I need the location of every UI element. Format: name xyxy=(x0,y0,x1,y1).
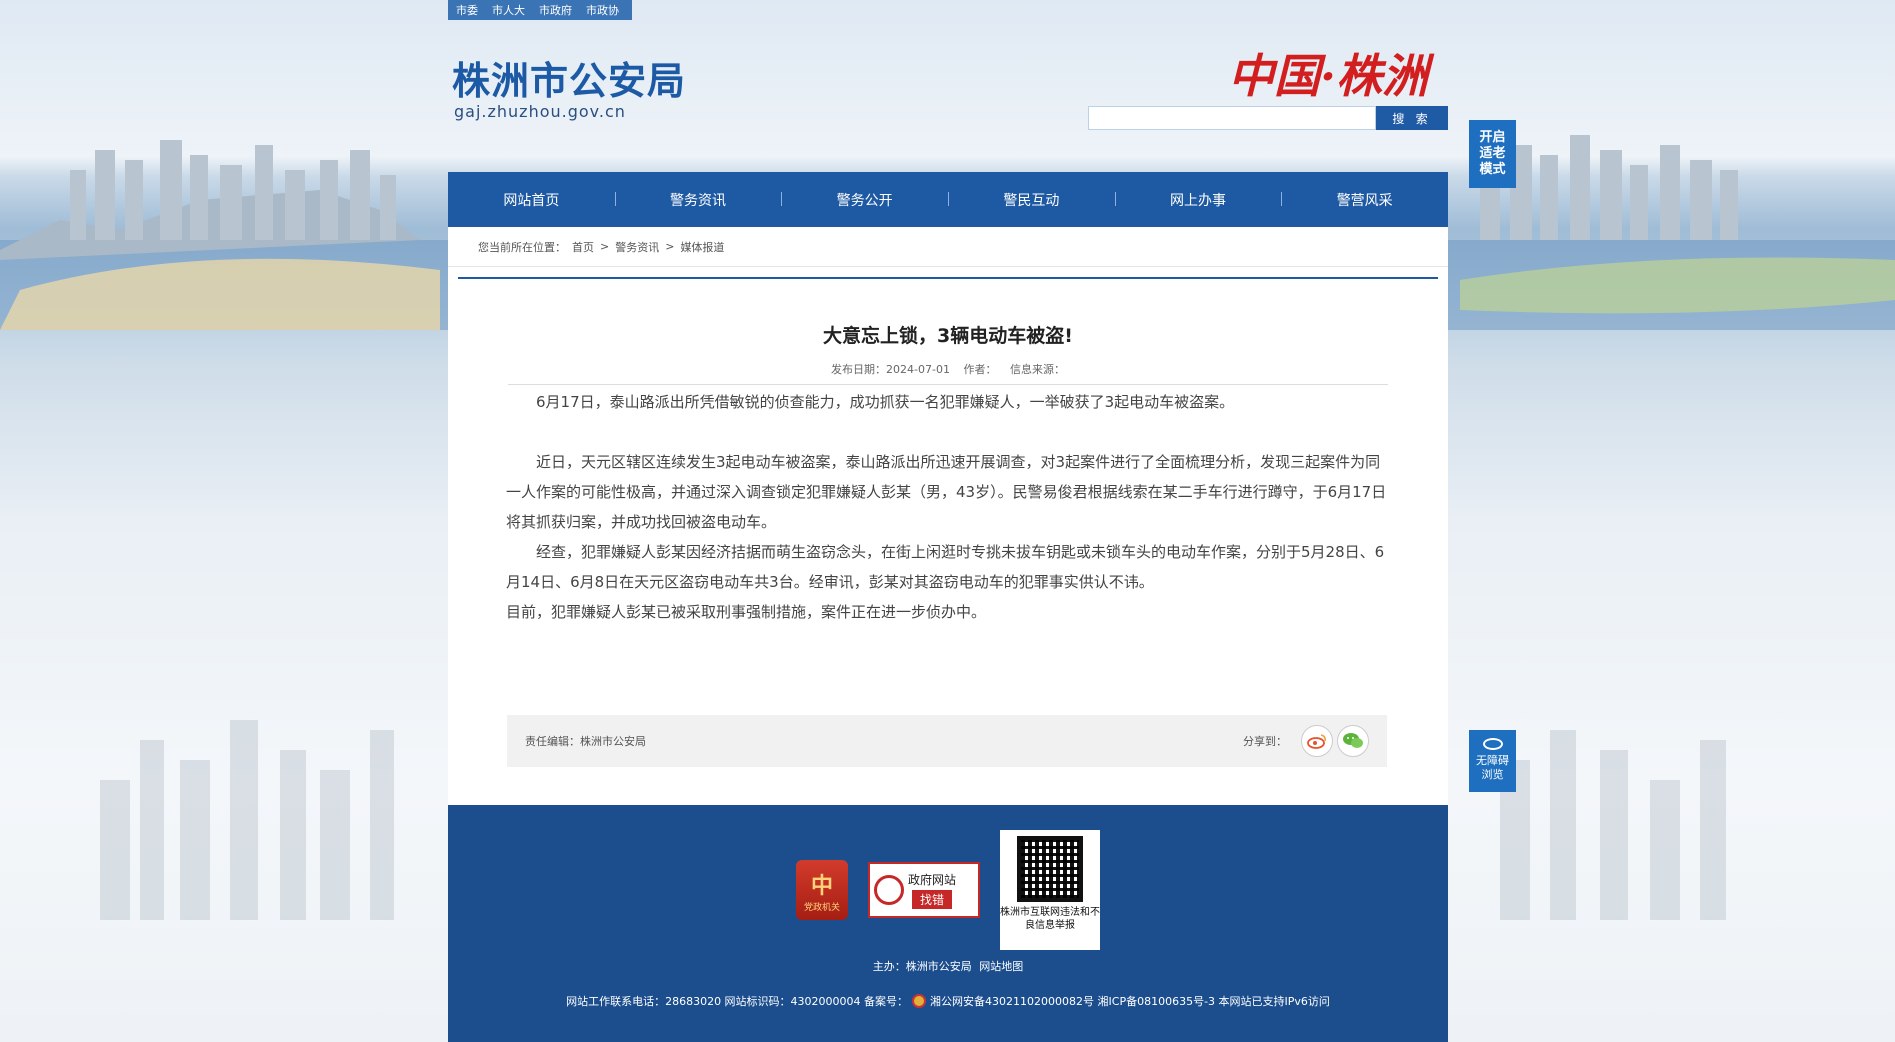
article-body: 6月17日，泰山路派出所凭借敏锐的侦查能力，成功抓获一名犯罪嫌疑人，一举破获了3… xyxy=(506,387,1390,627)
qr-caption: 株洲市互联网违法和不良信息举报 xyxy=(1000,907,1100,931)
weibo-share-icon[interactable] xyxy=(1301,725,1333,757)
topbar-link-shizhengfu[interactable]: 市政府 xyxy=(539,2,572,18)
footer-info-a: 网站工作联系电话：28683020 网站标识码：4302000004 备案号： xyxy=(566,995,909,1008)
article-date: 发布日期：2024-07-01 xyxy=(831,363,950,376)
qr-code-icon xyxy=(1017,836,1083,902)
nav-item-news[interactable]: 警务资讯 xyxy=(614,190,782,210)
party-badge-label: 党政机关 xyxy=(803,902,840,913)
party-gov-badge[interactable]: 中 党政机关 xyxy=(796,860,848,920)
topbar-link-shizhengxie[interactable]: 市政协 xyxy=(586,2,619,18)
search-button[interactable]: 搜 索 xyxy=(1376,106,1448,130)
article-author: 作者： xyxy=(963,363,997,376)
article-source: 信息来源： xyxy=(1009,363,1065,376)
nav-item-home[interactable]: 网站首页 xyxy=(448,190,615,210)
breadcrumb-media[interactable]: 媒体报道 xyxy=(680,239,724,255)
gov-site-error-badge[interactable]: 政府网站 找错 xyxy=(868,862,980,918)
topbar-link-shirenda[interactable]: 市人大 xyxy=(492,2,525,18)
nav-item-online-service[interactable]: 网上办事 xyxy=(1114,190,1282,210)
divider xyxy=(508,384,1388,385)
share-label: 分享到： xyxy=(1243,735,1287,748)
content-area: 大意忘上锁，3辆电动车被盗! 发布日期：2024-07-01 作者： 信息来源：… xyxy=(448,267,1448,805)
accessible-browse-button[interactable]: 无障碍 浏览 xyxy=(1469,730,1516,792)
article-title: 大意忘上锁，3辆电动车被盗! xyxy=(823,325,1073,347)
footer-sitemap-link[interactable]: 网站地图 xyxy=(979,960,1023,973)
article: 大意忘上锁，3辆电动车被盗! 发布日期：2024-07-01 作者： 信息来源：… xyxy=(458,277,1438,805)
article-editor: 责任编辑：株洲市公安局 xyxy=(525,735,646,748)
top-links-bar: 市委 市人大 市政府 市政协 xyxy=(448,0,632,20)
site-header: 株洲市公安局 gaj.zhuzhou.gov.cn 中国·株洲 搜 索 xyxy=(448,20,1448,172)
elder-mode-button[interactable]: 开启 适老 模式 xyxy=(1469,120,1516,188)
police-badge-icon xyxy=(912,994,927,1008)
search-input[interactable] xyxy=(1088,106,1376,130)
article-meta: 发布日期：2024-07-01 作者： 信息来源： xyxy=(458,361,1438,377)
elder-mode-line: 开启 xyxy=(1479,130,1506,145)
breadcrumb-news[interactable]: 警务资讯 xyxy=(615,239,659,255)
nav-item-gallery[interactable]: 警营风采 xyxy=(1281,190,1448,210)
accessible-line: 浏览 xyxy=(1481,768,1504,781)
calligraphy-logo: 中国·株洲 xyxy=(1228,49,1429,103)
error-badge-bottom: 找错 xyxy=(912,890,953,909)
elder-mode-line: 模式 xyxy=(1479,162,1506,177)
error-badge-top: 政府网站 xyxy=(908,873,957,887)
share-bar: 责任编辑：株洲市公安局 分享到： xyxy=(507,715,1387,767)
report-qr-badge[interactable]: 株洲市互联网违法和不良信息举报 xyxy=(1000,830,1100,950)
site-title[interactable]: 株洲市公安局 xyxy=(452,50,686,105)
accessible-line: 无障碍 xyxy=(1476,754,1509,767)
party-emblem-icon: 中 xyxy=(810,873,833,899)
footer-host-label: 主办：株洲市公安局 xyxy=(872,960,972,973)
nav-item-public[interactable]: 警务公开 xyxy=(781,190,948,210)
eye-icon xyxy=(1482,738,1503,750)
footer-info: 网站工作联系电话：28683020 网站标识码：4302000004 备案号： … xyxy=(448,993,1448,1009)
breadcrumb-label: 您当前所在位置： xyxy=(478,240,566,254)
footer-info-b: 湘公网安备43021102000082号 湘ICP备08100635号-3 本网… xyxy=(930,995,1330,1008)
breadcrumb-sep-icon: > xyxy=(600,240,610,253)
footer-host: 主办：株洲市公安局 网站地图 xyxy=(448,958,1448,974)
topbar-link-shiwei[interactable]: 市委 xyxy=(456,2,478,18)
article-paragraph: 近日，天元区辖区连续发生3起电动车被盗案，泰山路派出所迅速开展调查，对3起案件进… xyxy=(506,453,1387,531)
breadcrumb: 您当前所在位置： 首页 > 警务资讯 > 媒体报道 xyxy=(448,227,1448,267)
article-paragraph: 目前，犯罪嫌疑人彭某已被采取刑事强制措施，案件正在进一步侦办中。 xyxy=(506,603,987,621)
article-paragraph: 经查，犯罪嫌疑人彭某因经济拮据而萌生盗窃念头，在街上闲逛时专挑未拔车钥匙或未锁车… xyxy=(506,543,1385,591)
page-wrapper: 市委 市人大 市政府 市政协 株洲市公安局 gaj.zhuzhou.gov.cn… xyxy=(448,0,1448,1042)
main-nav: 网站首页 警务资讯 警务公开 警民互动 网上办事 警营风采 xyxy=(448,172,1448,227)
site-url: gaj.zhuzhou.gov.cn xyxy=(454,102,626,121)
search-box: 搜 索 xyxy=(1088,106,1448,130)
breadcrumb-sep-icon: > xyxy=(665,240,675,253)
elder-mode-line: 适老 xyxy=(1479,146,1506,161)
site-footer: 中 党政机关 政府网站 找错 株洲市互联网违法和不良信息举报 主办：株洲市公安局… xyxy=(448,805,1448,1042)
nav-item-interaction[interactable]: 警民互动 xyxy=(948,190,1115,210)
wechat-share-icon[interactable] xyxy=(1337,725,1369,757)
magnifier-icon xyxy=(874,875,904,905)
error-badge-text: 政府网站 找错 xyxy=(908,871,956,909)
footer-badges: 中 党政机关 政府网站 找错 株洲市互联网违法和不良信息举报 xyxy=(448,830,1448,950)
breadcrumb-home[interactable]: 首页 xyxy=(572,239,594,255)
article-paragraph: 6月17日，泰山路派出所凭借敏锐的侦查能力，成功抓获一名犯罪嫌疑人，一举破获了3… xyxy=(536,393,1235,411)
